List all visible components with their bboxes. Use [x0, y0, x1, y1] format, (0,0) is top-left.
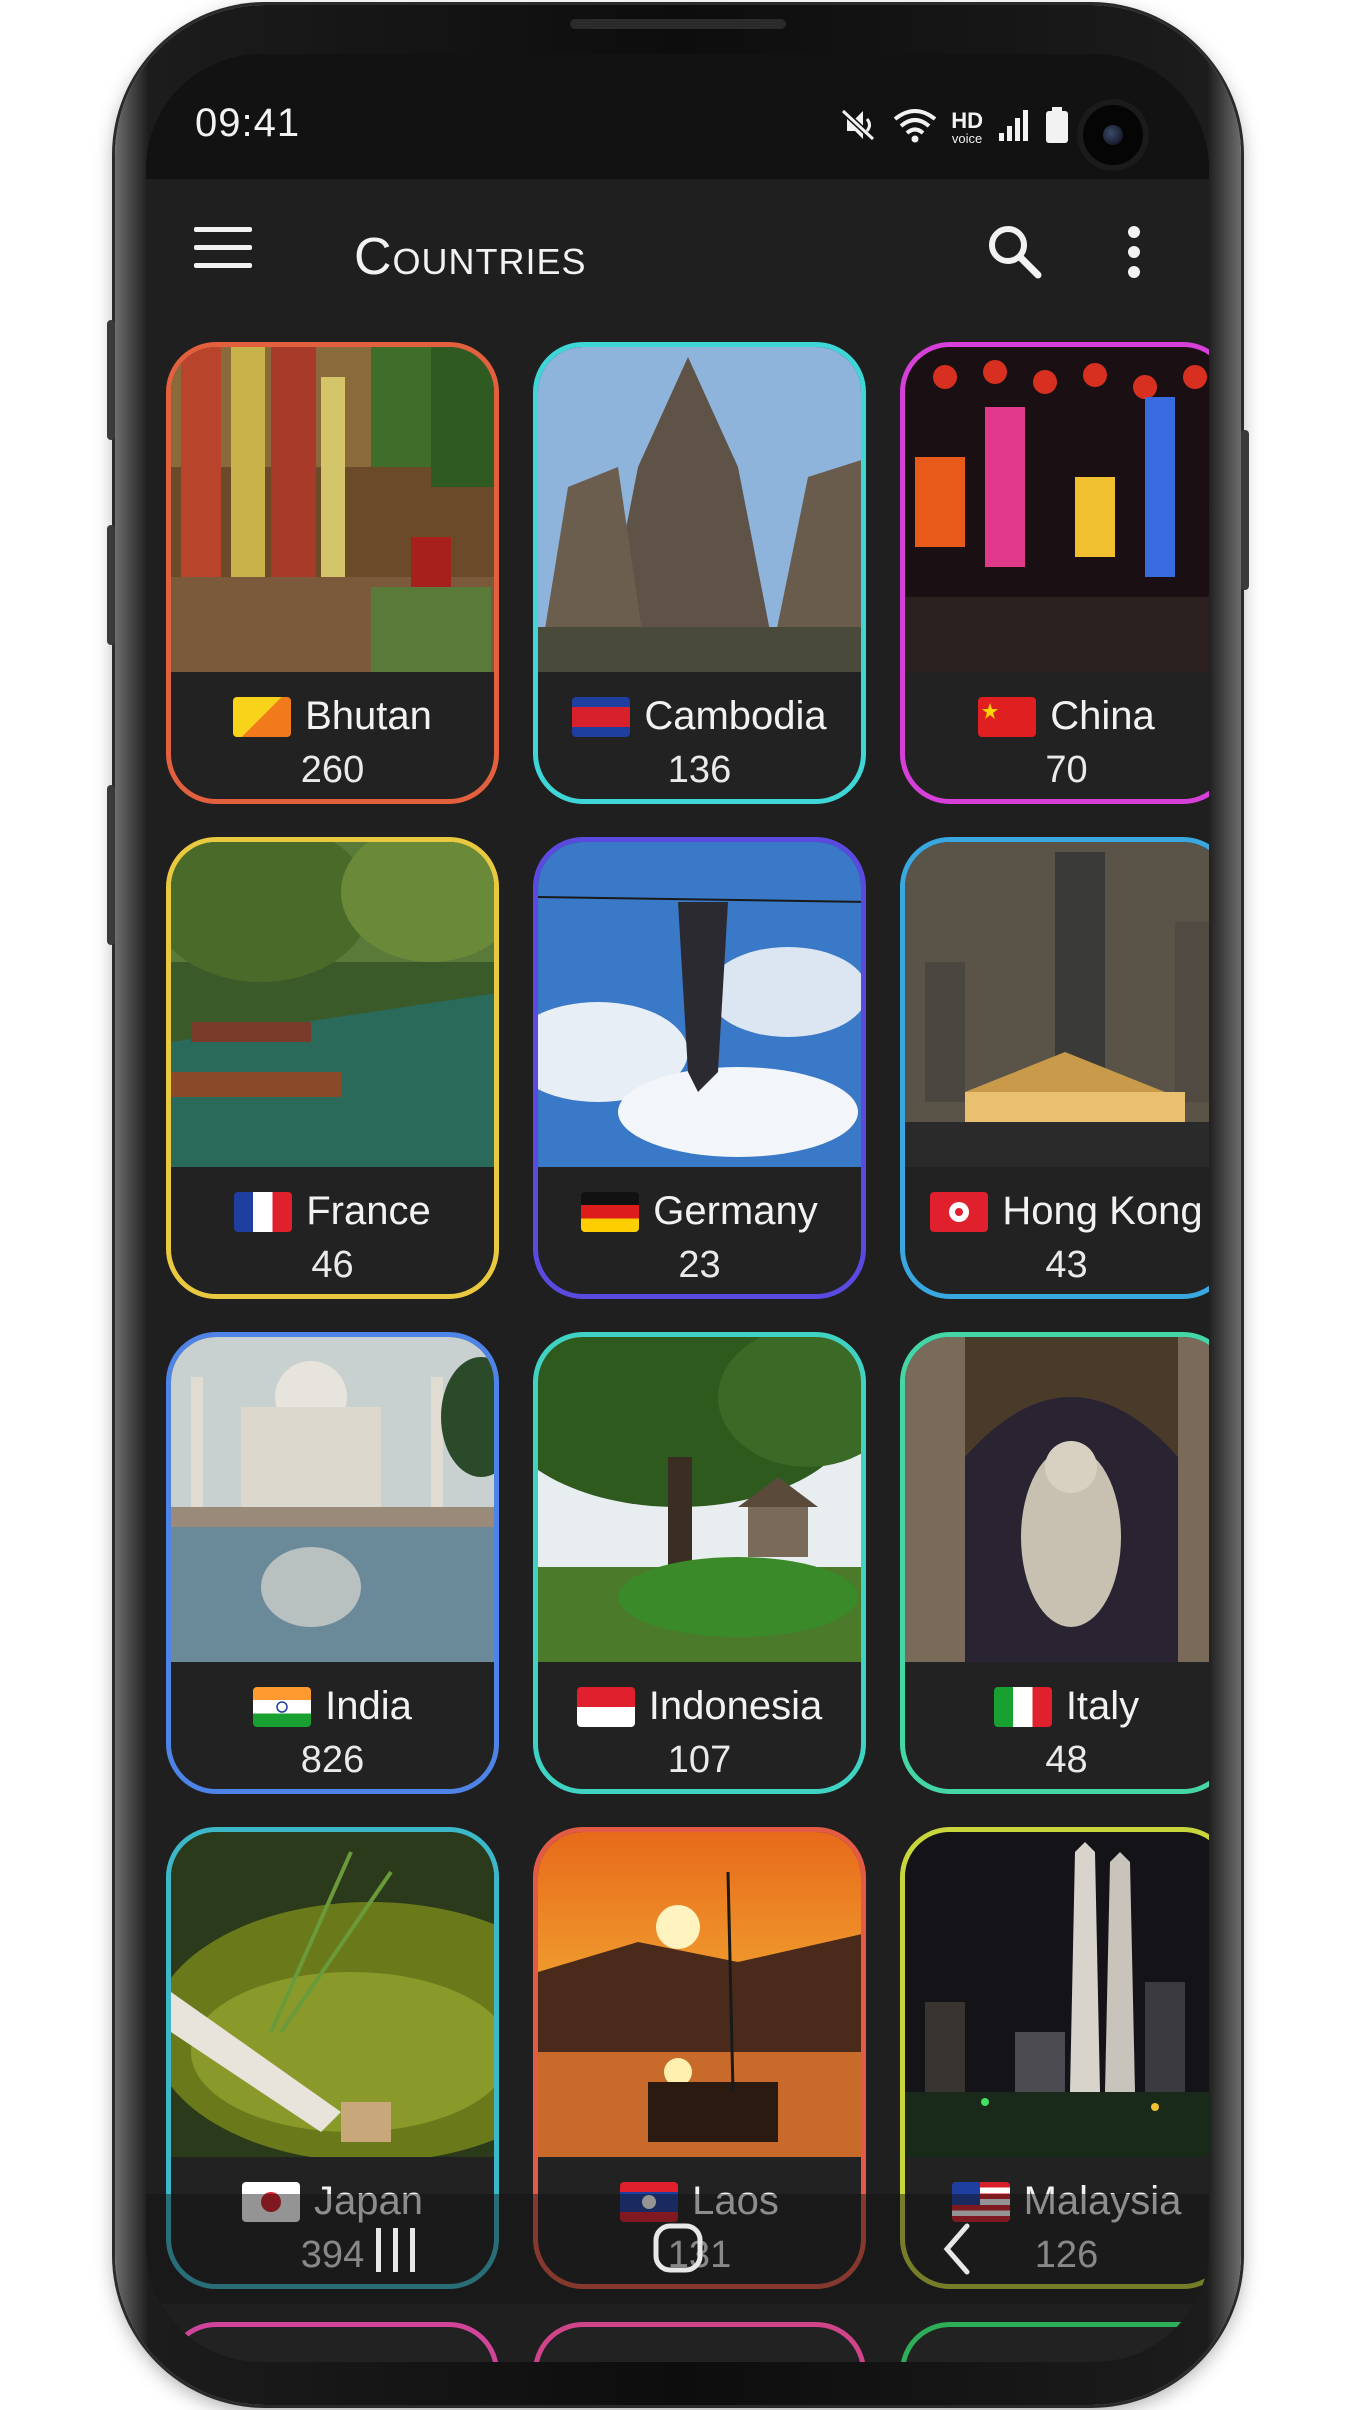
country-name: Cambodia: [644, 694, 827, 738]
hd-voice-icon: HD voice: [951, 108, 983, 146]
bhutan-flag-icon: [233, 696, 292, 737]
china-flag-icon: [978, 696, 1037, 737]
card-info: France 46: [171, 1167, 494, 1294]
cambodia-photo: [538, 347, 861, 672]
photo-count: 260: [300, 749, 365, 791]
earpiece-speaker: [570, 19, 786, 29]
navigation-bar: [146, 2194, 1209, 2304]
wifi-icon: [893, 107, 937, 148]
malaysia-photo: [905, 1832, 1209, 2157]
photo-count: 107: [667, 1739, 732, 1781]
back-icon[interactable]: [921, 2214, 1001, 2284]
country-card-peek[interactable]: [900, 2322, 1209, 2362]
country-name: France: [306, 1189, 431, 1233]
germany-photo: [538, 842, 861, 1167]
photo-count: 826: [300, 1739, 365, 1781]
bixby-button: [107, 525, 115, 645]
indonesia-photo: [538, 1337, 861, 1662]
country-name: Hong Kong: [1002, 1189, 1203, 1233]
hamburger-menu-icon[interactable]: [194, 227, 252, 269]
country-name: China: [1050, 694, 1155, 738]
card-info: India 826: [171, 1662, 494, 1789]
status-icons: HD voice: [839, 106, 1069, 149]
india-flag-icon: [253, 1686, 312, 1727]
screen: 09:41 HD voice Countries Bhutan 260 Camb…: [146, 54, 1209, 2362]
bixby-button-lower: [107, 785, 115, 945]
card-info: China 70: [905, 672, 1209, 799]
hong-kong-flag-icon: [930, 1191, 989, 1232]
card-info: Hong Kong 43: [905, 1167, 1209, 1294]
phone-frame: 09:41 HD voice Countries Bhutan 260 Camb…: [107, 5, 1249, 2405]
country-name: Germany: [653, 1189, 818, 1233]
france-photo: [171, 842, 494, 1167]
country-card-china[interactable]: China 70: [900, 342, 1209, 804]
page-title: Countries: [354, 228, 587, 286]
photo-count: 48: [1045, 1739, 1088, 1781]
hong-kong-photo: [905, 842, 1209, 1167]
laos-photo: [538, 1832, 861, 2157]
photo-count: 136: [667, 749, 732, 791]
voice-label: voice: [951, 131, 983, 146]
card-info: Germany 23: [538, 1167, 861, 1294]
photo-count: 23: [678, 1244, 721, 1286]
country-name: Indonesia: [648, 1684, 823, 1728]
country-card-hong-kong[interactable]: Hong Kong 43: [900, 837, 1209, 1299]
mute-icon: [839, 107, 879, 148]
china-photo: [905, 347, 1209, 672]
italy-flag-icon: [993, 1686, 1052, 1727]
more-vertical-icon[interactable]: [1119, 224, 1149, 280]
status-bar: 09:41 HD voice: [146, 54, 1209, 179]
home-icon[interactable]: [638, 2214, 718, 2284]
country-name: Bhutan: [305, 694, 432, 738]
france-flag-icon: [234, 1191, 293, 1232]
bhutan-photo: [171, 347, 494, 672]
country-card-france[interactable]: France 46: [166, 837, 499, 1299]
country-name: India: [325, 1684, 412, 1728]
country-name: Italy: [1065, 1684, 1140, 1728]
app-bar: Countries: [146, 179, 1209, 311]
india-photo: [171, 1337, 494, 1662]
photo-count: 70: [1045, 749, 1088, 791]
country-card-peek[interactable]: [166, 2322, 499, 2362]
card-info: Bhutan 260: [171, 672, 494, 799]
card-info: Cambodia 136: [538, 672, 861, 799]
country-card-cambodia[interactable]: Cambodia 136: [533, 342, 866, 804]
country-card-india[interactable]: India 826: [166, 1332, 499, 1794]
japan-photo: [171, 1832, 494, 2162]
status-time: 09:41: [195, 101, 301, 145]
front-camera: [1077, 99, 1149, 171]
photo-count: 43: [1045, 1244, 1088, 1286]
power-button: [1241, 430, 1249, 590]
battery-icon: [1045, 106, 1069, 149]
indonesia-flag-icon: [576, 1686, 635, 1727]
volume-button: [107, 320, 115, 440]
country-card-peek[interactable]: [533, 2322, 866, 2362]
germany-flag-icon: [581, 1191, 640, 1232]
country-card-indonesia[interactable]: Indonesia 107: [533, 1332, 866, 1794]
hd-label: HD: [951, 108, 983, 133]
photo-count: 46: [311, 1244, 354, 1286]
search-icon[interactable]: [984, 221, 1044, 281]
italy-photo: [905, 1337, 1209, 1662]
country-card-italy[interactable]: Italy 48: [900, 1332, 1209, 1794]
country-card-bhutan[interactable]: Bhutan 260: [166, 342, 499, 804]
card-info: Italy 48: [905, 1662, 1209, 1789]
recent-apps-icon[interactable]: [356, 2214, 436, 2284]
cambodia-flag-icon: [572, 696, 631, 737]
card-info: Indonesia 107: [538, 1662, 861, 1789]
signal-icon: [997, 107, 1031, 148]
country-card-germany[interactable]: Germany 23: [533, 837, 866, 1299]
